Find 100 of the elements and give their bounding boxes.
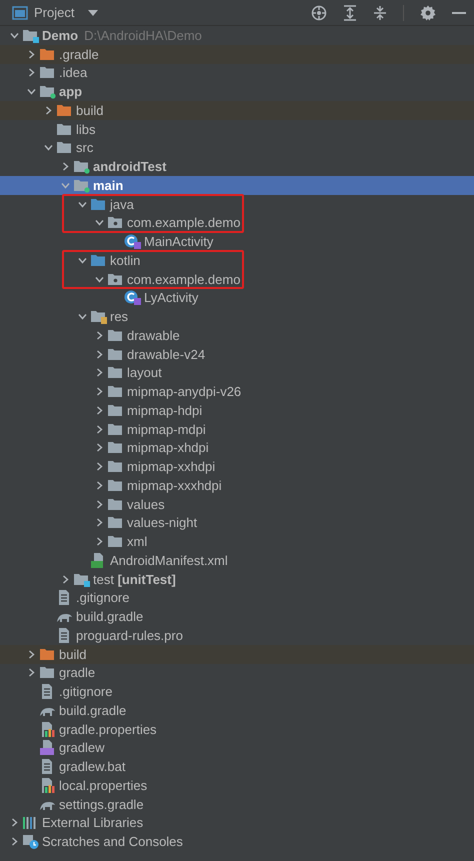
tree-item[interactable]: layout [0,364,474,382]
chevron-icon[interactable] [94,406,104,415]
tree-item[interactable]: .gradle [0,44,474,64]
chevron-icon[interactable] [94,462,104,472]
collapse-all-icon[interactable] [373,4,387,20]
tree-item[interactable]: mipmap-anydpi-v26 [0,382,474,401]
chevron-icon[interactable] [94,443,104,452]
tree-item[interactable]: drawable-v24 [0,344,474,364]
scratches-icon [22,834,39,850]
chevron-icon[interactable] [60,162,70,172]
tree-item[interactable]: libs [0,120,474,138]
tree-item[interactable]: xml [0,532,474,551]
tree-item[interactable]: build.gradle [0,607,474,626]
folder-icon [56,140,73,156]
tree-item[interactable]: .gitignore [0,682,474,701]
folder-icon [107,365,124,380]
folder-icon [39,46,56,62]
tree-item[interactable]: local.properties [0,776,474,795]
tree-item[interactable]: app [0,82,474,101]
folder-icon [39,84,56,100]
chevron-icon[interactable] [94,387,104,396]
minimize-icon[interactable] [452,10,466,14]
properties-file-icon [39,722,56,737]
chevron-icon[interactable] [94,480,104,490]
folder-icon [39,646,56,662]
chevron-icon[interactable] [94,537,104,546]
tree-item[interactable]: drawable [0,326,474,345]
chevron-icon[interactable] [78,200,86,209]
chevron-icon[interactable] [44,143,52,152]
tree-item[interactable]: values [0,494,474,514]
chevron-icon[interactable] [10,818,18,828]
chevron-icon[interactable] [10,837,18,846]
chevron-icon[interactable] [60,574,70,584]
tree-item[interactable]: Demo D:\AndroidHA\Demo [0,26,474,45]
chevron-icon[interactable] [78,256,86,265]
tree-item[interactable]: gradlew [0,738,474,758]
tree-item[interactable]: .idea [0,64,474,82]
tree-item[interactable]: build.gradle [0,701,474,720]
tree-item[interactable]: res [0,307,474,326]
chevron-icon[interactable] [78,312,86,322]
tree-item[interactable]: gradle.properties [0,720,474,738]
chevron-icon[interactable] [94,330,104,340]
settings-icon[interactable] [420,4,436,20]
tree-item[interactable]: gradle [0,664,474,682]
folder-icon [73,178,90,193]
folder-icon [107,440,124,456]
tree-item[interactable]: test [unitTest] [0,570,474,588]
chevron-icon[interactable] [94,218,104,228]
folder-icon [73,159,90,174]
package-folder-icon [107,215,124,230]
chevron-icon[interactable] [94,500,104,509]
class-icon [124,234,141,250]
tree-item[interactable]: AndroidManifest.xml [0,551,474,570]
tree-item[interactable]: src [0,138,474,158]
tree-item[interactable]: kotlin [0,251,474,270]
tree-item[interactable]: mipmap-xhdpi [0,438,474,458]
folder-icon [107,422,124,437]
tree-item[interactable]: Scratches and Consoles [0,832,474,851]
tree-item[interactable]: MainActivity [0,232,474,251]
folder-icon [107,496,124,512]
tree-item[interactable]: mipmap-xxxhdpi [0,476,474,495]
chevron-icon[interactable] [26,650,36,659]
tree-item[interactable]: External Libraries [0,814,474,832]
tree-item[interactable]: build [0,644,474,664]
chevron-icon[interactable] [94,368,104,378]
chevron-icon[interactable] [26,68,36,78]
tree-item[interactable]: com.example.demo [0,214,474,232]
tree-item[interactable]: proguard-rules.pro [0,626,474,645]
chevron-icon[interactable] [26,87,36,96]
folder-icon [107,346,124,362]
tree-item[interactable]: java [0,194,474,214]
folder-icon [22,28,39,43]
tree-item[interactable]: settings.gradle [0,794,474,814]
chevron-icon[interactable] [94,274,104,284]
tree-item[interactable]: values-night [0,514,474,532]
folder-icon [107,515,124,530]
script-file-icon [39,740,56,756]
tree-item[interactable]: mipmap-hdpi [0,401,474,420]
chevron-icon[interactable] [94,350,104,359]
folder-icon [107,328,124,343]
tree-item[interactable]: androidTest [0,157,474,176]
folder-icon [56,102,73,118]
folder-icon [73,572,90,587]
tree-item[interactable]: com.example.demo [0,270,474,288]
tree-item[interactable]: mipmap-xxhdpi [0,457,474,476]
tree-item[interactable]: main [0,176,474,195]
dropdown-caret-icon[interactable] [88,10,98,16]
tree-item[interactable]: build [0,101,474,120]
chevron-icon[interactable] [94,424,104,434]
chevron-icon[interactable] [44,106,52,115]
tree-item[interactable]: .gitignore [0,588,474,608]
chevron-icon[interactable] [26,668,36,678]
expand-all-icon[interactable] [343,4,357,20]
chevron-icon[interactable] [94,518,104,528]
tree-item[interactable]: gradlew.bat [0,757,474,776]
chevron-icon[interactable] [26,50,36,59]
chevron-icon[interactable] [10,30,18,40]
tree-item[interactable]: LyActivity [0,288,474,308]
tree-item[interactable]: mipmap-mdpi [0,420,474,438]
locate-icon[interactable] [311,4,327,20]
